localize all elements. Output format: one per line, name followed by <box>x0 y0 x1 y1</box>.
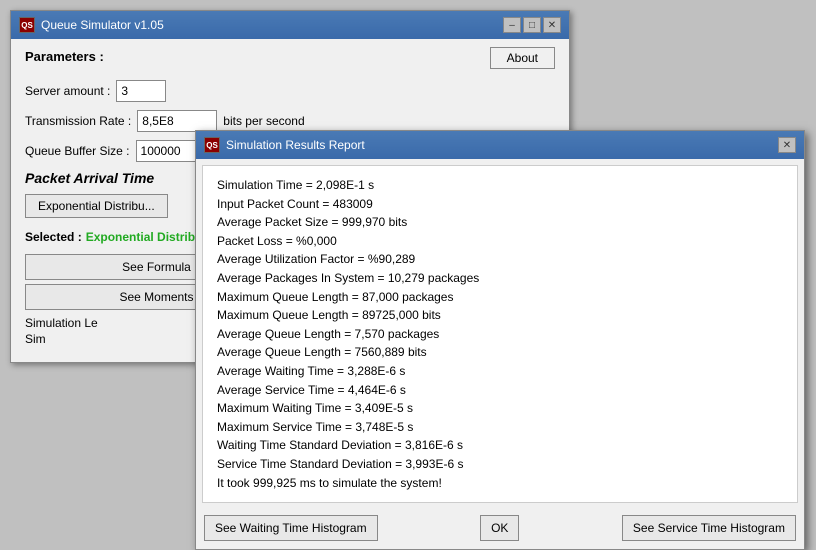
results-title-bar: QS Simulation Results Report ✕ <box>196 131 804 159</box>
minimize-button[interactable]: – <box>503 17 521 33</box>
app-icon: QS <box>19 17 35 33</box>
about-button[interactable]: About <box>490 47 555 69</box>
server-amount-input[interactable] <box>116 80 166 102</box>
main-title: Queue Simulator v1.05 <box>41 18 164 32</box>
transmission-rate-row: Transmission Rate : bits per second <box>25 110 555 132</box>
title-controls: – □ ✕ <box>503 17 561 33</box>
results-content: Simulation Time = 2,098E-1 sInput Packet… <box>202 165 798 503</box>
maximize-button[interactable]: □ <box>523 17 541 33</box>
queue-buffer-label: Queue Buffer Size : <box>25 144 130 158</box>
result-line: It took 999,925 ms to simulate the syste… <box>217 474 783 493</box>
transmission-rate-input[interactable] <box>137 110 217 132</box>
ok-button[interactable]: OK <box>480 515 519 541</box>
result-line: Packet Loss = %0,000 <box>217 232 783 251</box>
results-title-left: QS Simulation Results Report <box>204 137 365 153</box>
result-line: Average Packages In System = 10,279 pack… <box>217 269 783 288</box>
result-line: Waiting Time Standard Deviation = 3,816E… <box>217 436 783 455</box>
selected-label: Selected : <box>25 230 82 244</box>
result-line: Maximum Queue Length = 89725,000 bits <box>217 306 783 325</box>
result-line: Average Packet Size = 999,970 bits <box>217 213 783 232</box>
result-line: Average Waiting Time = 3,288E-6 s <box>217 362 783 381</box>
result-line: Average Queue Length = 7560,889 bits <box>217 343 783 362</box>
results-footer: See Waiting Time Histogram OK See Servic… <box>196 509 804 549</box>
result-line: Service Time Standard Deviation = 3,993E… <box>217 455 783 474</box>
server-amount-label: Server amount : <box>25 84 110 98</box>
result-line: Average Queue Length = 7,570 packages <box>217 325 783 344</box>
parameters-label: Parameters : <box>25 49 104 64</box>
transmission-rate-unit: bits per second <box>223 114 304 128</box>
title-bar-left: QS Queue Simulator v1.05 <box>19 17 164 33</box>
results-close-button[interactable]: ✕ <box>778 137 796 153</box>
result-line: Average Service Time = 4,464E-6 s <box>217 381 783 400</box>
selected-value: Exponential Distrib... <box>86 230 205 244</box>
distribution-button[interactable]: Exponential Distribu... <box>25 194 168 218</box>
service-histogram-button[interactable]: See Service Time Histogram <box>622 515 796 541</box>
main-title-bar: QS Queue Simulator v1.05 – □ ✕ <box>11 11 569 39</box>
result-line: Maximum Waiting Time = 3,409E-5 s <box>217 399 783 418</box>
result-line: Maximum Queue Length = 87,000 packages <box>217 288 783 307</box>
result-line: Average Utilization Factor = %90,289 <box>217 250 783 269</box>
result-line: Simulation Time = 2,098E-1 s <box>217 176 783 195</box>
results-app-icon: QS <box>204 137 220 153</box>
result-line: Maximum Service Time = 3,748E-5 s <box>217 418 783 437</box>
results-window: QS Simulation Results Report ✕ Simulatio… <box>195 130 805 550</box>
server-amount-row: Server amount : <box>25 80 555 102</box>
results-title: Simulation Results Report <box>226 138 365 152</box>
result-line: Input Packet Count = 483009 <box>217 195 783 214</box>
transmission-rate-label: Transmission Rate : <box>25 114 131 128</box>
waiting-histogram-button[interactable]: See Waiting Time Histogram <box>204 515 378 541</box>
main-close-button[interactable]: ✕ <box>543 17 561 33</box>
